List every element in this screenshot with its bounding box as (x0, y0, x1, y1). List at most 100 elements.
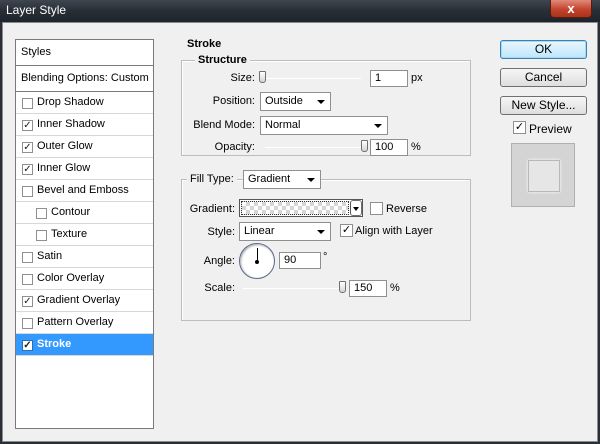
style-item-label: Gradient Overlay (37, 294, 121, 306)
gradient-overlay-checkbox[interactable]: ✓ (22, 296, 33, 307)
close-button[interactable]: x (550, 0, 592, 18)
pattern-overlay-checkbox[interactable] (22, 318, 33, 329)
style-item-inner-glow[interactable]: ✓ Inner Glow (16, 158, 153, 180)
position-label: Position: (212, 95, 255, 107)
scale-field[interactable]: 150 (349, 280, 387, 297)
scale-slider-track[interactable] (243, 288, 343, 289)
size-label: Size: (230, 72, 255, 84)
style-item-satin[interactable]: Satin (16, 246, 153, 268)
style-item-contour[interactable]: Contour (16, 202, 153, 224)
style-item-label: Stroke (37, 338, 72, 350)
opacity-unit: % (411, 141, 421, 153)
angle-center (255, 260, 259, 264)
style-value: Linear (244, 225, 275, 237)
reverse-checkbox[interactable] (370, 202, 383, 215)
inner-glow-checkbox[interactable]: ✓ (22, 164, 33, 175)
position-value: Outside (265, 95, 303, 107)
size-field[interactable]: 1 (370, 70, 408, 87)
reverse-label: Reverse (386, 203, 427, 215)
close-icon: x (567, 1, 575, 16)
styles-header[interactable]: Styles (16, 40, 153, 66)
cancel-button[interactable]: Cancel (500, 68, 587, 87)
color-overlay-checkbox[interactable] (22, 274, 33, 285)
style-item-bevel-emboss[interactable]: Bevel and Emboss (16, 180, 153, 202)
blend-mode-label: Blend Mode: (193, 119, 255, 131)
contour-checkbox[interactable] (36, 208, 47, 219)
style-item-label: Color Overlay (37, 272, 105, 284)
style-item-label: Outer Glow (37, 140, 93, 152)
scale-unit: % (390, 282, 400, 294)
style-item-outer-glow[interactable]: ✓ Outer Glow (16, 136, 153, 158)
style-item-color-overlay[interactable]: Color Overlay (16, 268, 153, 290)
size-unit: px (411, 72, 423, 84)
angle-dial[interactable] (239, 243, 275, 279)
preview-checkbox[interactable]: ✓ (513, 121, 526, 134)
gradient-label: Gradient: (189, 203, 235, 215)
fill-type-dropdown[interactable]: Gradient (243, 170, 321, 189)
title-bar: Layer Style x (0, 0, 600, 22)
style-item-label: Inner Shadow (37, 118, 105, 130)
ok-button[interactable]: OK (500, 40, 587, 59)
align-with-layer-label: Align with Layer (355, 225, 433, 237)
opacity-label: Opacity: (214, 141, 255, 153)
angle-unit: ° (323, 251, 328, 263)
size-slider-thumb[interactable] (259, 71, 266, 83)
new-style-button[interactable]: New Style... (500, 96, 587, 115)
style-item-inner-shadow[interactable]: ✓ Inner Shadow (16, 114, 153, 136)
blend-mode-value: Normal (265, 119, 301, 131)
style-item-label: Bevel and Emboss (37, 184, 129, 196)
stroke-section-title: Stroke (187, 38, 222, 50)
style-item-pattern-overlay[interactable]: Pattern Overlay (16, 312, 153, 334)
angle-field[interactable]: 90 (279, 252, 321, 269)
style-item-label: Drop Shadow (37, 96, 104, 108)
stroke-checkbox[interactable]: ✓ (22, 340, 33, 351)
chevron-down-icon (317, 100, 325, 104)
gradient-dropdown-button[interactable] (350, 200, 362, 216)
window-title: Layer Style (6, 3, 67, 17)
gradient-picker[interactable] (239, 199, 363, 217)
styles-list: Styles Blending Options: Custom Drop Sha… (15, 39, 154, 429)
opacity-slider-thumb[interactable] (361, 140, 368, 152)
style-item-label: Satin (37, 250, 63, 262)
style-preview (511, 143, 575, 207)
style-preview-swatch (528, 160, 560, 192)
layer-style-dialog: Styles Blending Options: Custom Drop Sha… (2, 22, 598, 442)
angle-label: Angle: (203, 255, 235, 267)
chevron-down-icon (374, 124, 382, 128)
structure-title: Structure (195, 54, 250, 66)
blend-mode-dropdown[interactable]: Normal (260, 116, 388, 135)
outer-glow-checkbox[interactable]: ✓ (22, 142, 33, 153)
scale-slider-thumb[interactable] (339, 281, 346, 293)
style-item-label: Inner Glow (37, 162, 91, 174)
style-item-gradient-overlay[interactable]: ✓ Gradient Overlay (16, 290, 153, 312)
align-with-layer-checkbox[interactable]: ✓ (340, 224, 353, 237)
satin-checkbox[interactable] (22, 252, 33, 263)
opacity-field[interactable]: 100 (370, 139, 408, 156)
gradient-preview (241, 201, 349, 215)
blending-options-label: Blending Options: Custom (21, 72, 149, 84)
opacity-slider-track[interactable] (265, 147, 365, 148)
preview-label: Preview (529, 122, 572, 136)
style-item-stroke[interactable]: ✓ Stroke (16, 334, 153, 356)
fill-type-label: Fill Type: (187, 173, 237, 185)
chevron-down-icon (353, 207, 359, 211)
bevel-emboss-checkbox[interactable] (22, 186, 33, 197)
style-item-label: Pattern Overlay (37, 316, 114, 328)
style-item-label: Texture (51, 228, 88, 240)
style-item-drop-shadow[interactable]: Drop Shadow (16, 92, 153, 114)
style-dropdown[interactable]: Linear (239, 222, 331, 241)
texture-checkbox[interactable] (36, 230, 47, 241)
style-item-texture[interactable]: Texture (16, 224, 153, 246)
inner-shadow-checkbox[interactable]: ✓ (22, 120, 33, 131)
chevron-down-icon (307, 178, 315, 182)
style-item-label: Contour (51, 206, 91, 218)
styles-header-label: Styles (21, 46, 51, 58)
size-slider-track[interactable] (261, 78, 361, 79)
chevron-down-icon (317, 230, 325, 234)
scale-label: Scale: (204, 282, 235, 294)
style-label: Style: (207, 226, 235, 238)
fill-type-value: Gradient (248, 173, 291, 185)
drop-shadow-checkbox[interactable] (22, 98, 33, 109)
blending-options-item[interactable]: Blending Options: Custom (16, 66, 153, 92)
position-dropdown[interactable]: Outside (260, 92, 331, 111)
